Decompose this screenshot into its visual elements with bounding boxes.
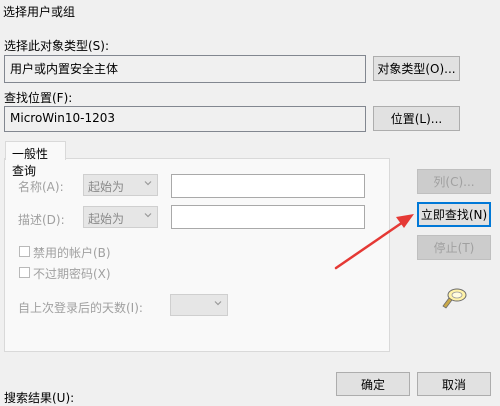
location-field: MicroWin10-1203 <box>4 106 366 132</box>
object-type-button[interactable]: 对象类型(O)... <box>373 56 460 81</box>
description-label: 描述(D): <box>18 213 65 227</box>
chevron-down-icon <box>214 301 222 306</box>
search-flashlight-icon <box>442 288 467 309</box>
name-mode-select[interactable]: 起始为 <box>83 174 158 196</box>
days-since-login-select[interactable] <box>170 294 228 316</box>
cancel-button[interactable]: 取消 <box>417 372 491 396</box>
chevron-down-icon <box>144 213 152 218</box>
description-mode-select[interactable]: 起始为 <box>83 206 158 228</box>
dialog-title: 选择用户或组 <box>3 5 76 19</box>
days-since-login-label: 自上次登录后的天数(I): <box>18 301 143 315</box>
name-input[interactable] <box>171 174 365 198</box>
name-mode-value: 起始为 <box>88 180 125 194</box>
columns-button[interactable]: 列(C)... <box>417 169 491 194</box>
location-button[interactable]: 位置(L)... <box>373 106 460 131</box>
name-label: 名称(A): <box>18 180 64 194</box>
tab-common-queries[interactable]: 一般性查询 <box>5 141 66 178</box>
no-expire-password-checkbox[interactable] <box>19 267 30 278</box>
ok-button[interactable]: 确定 <box>336 372 410 396</box>
disabled-accounts-checkbox[interactable] <box>19 246 30 257</box>
no-expire-password-label: 不过期密码(X) <box>33 267 111 281</box>
search-results-label: 搜索结果(U): <box>4 391 75 405</box>
chevron-down-icon <box>144 181 152 186</box>
object-type-field: 用户或内置安全主体 <box>4 55 366 83</box>
annotation-arrow <box>334 214 414 270</box>
disabled-accounts-label: 禁用的帐户(B) <box>33 246 111 260</box>
find-now-button[interactable]: 立即查找(N) <box>417 202 491 227</box>
object-type-label: 选择此对象类型(S): <box>4 39 110 53</box>
location-label: 查找位置(F): <box>4 91 73 105</box>
description-mode-value: 起始为 <box>88 212 125 226</box>
stop-button[interactable]: 停止(T) <box>417 235 491 260</box>
